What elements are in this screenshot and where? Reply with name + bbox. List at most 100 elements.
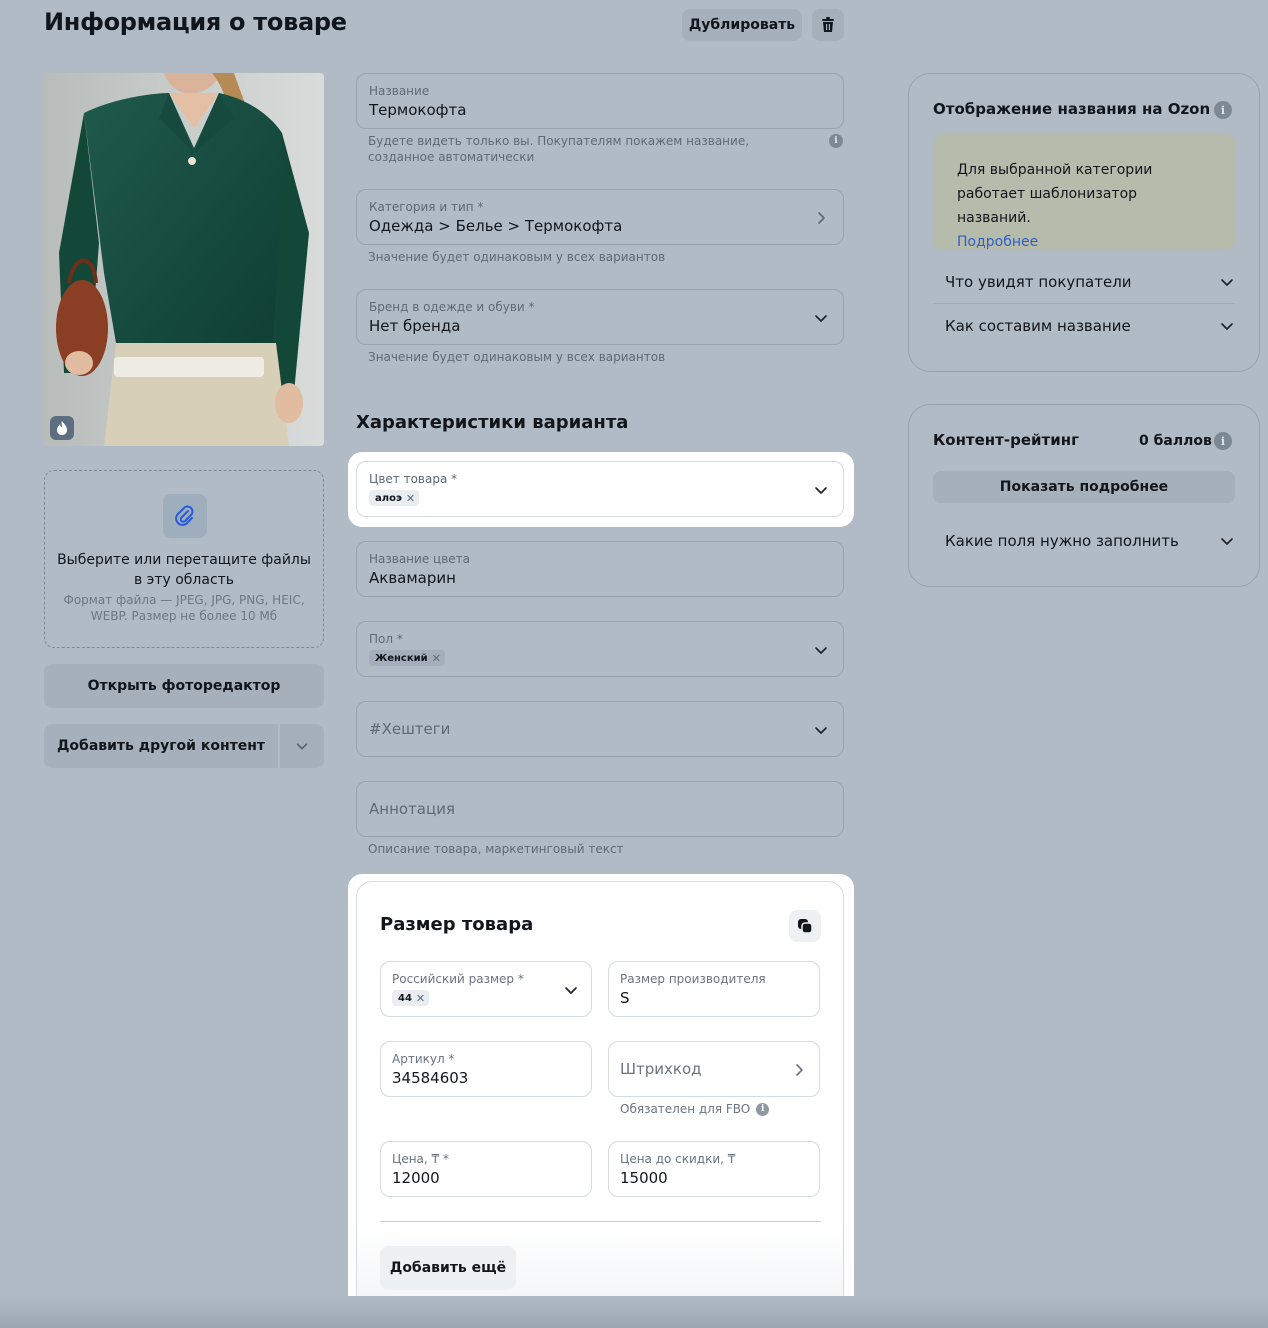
brand-field-label: Бренд в одежде и обуви * [369, 300, 535, 314]
price-value: 12000 [392, 1169, 440, 1187]
copy-size-button[interactable] [789, 910, 821, 942]
name-field-label: Название [369, 84, 430, 98]
bottom-shadow [0, 1296, 1268, 1328]
price-label: Цена, ₸ * [392, 1152, 449, 1166]
chevron-down-icon [815, 315, 827, 322]
accordion-fields-to-fill[interactable]: Какие поля нужно заполнить [945, 525, 1235, 557]
color-name-field[interactable]: Название цвета Аквамарин [356, 541, 844, 597]
brand-field-value: Нет бренда [369, 317, 461, 335]
article-field[interactable]: Артикул * 34584603 [380, 1041, 592, 1097]
barcode-field[interactable]: Штрихкод [608, 1041, 820, 1097]
accordion-what-buyers-see[interactable]: Что увидят покупатели [945, 266, 1235, 298]
category-field-value: Одежда > Белье > Термокофта [369, 217, 623, 235]
name-field[interactable]: Название Термокофта [356, 73, 844, 129]
remove-tag-icon[interactable]: ✕ [432, 652, 441, 665]
maker-size-label: Размер производителя [620, 972, 766, 986]
chevron-down-icon [296, 743, 308, 750]
gender-field[interactable]: Пол * Женский ✕ [356, 621, 844, 677]
size-card: Размер товара Российский размер * 44 ✕ Р… [356, 881, 844, 1313]
remove-tag-icon[interactable]: ✕ [406, 492, 415, 505]
add-content-split-button: Добавить другой контент [44, 724, 324, 768]
chevron-down-icon [1221, 323, 1233, 330]
accordion-label: Что увидят покупатели [945, 273, 1132, 291]
flame-icon [57, 421, 67, 435]
duplicate-button[interactable]: Дублировать [682, 9, 802, 41]
color-field-label: Цвет товара * [369, 472, 458, 486]
info-icon[interactable]: i [756, 1102, 770, 1116]
show-details-button[interactable]: Показать подробнее [933, 471, 1235, 503]
category-field[interactable]: Категория и тип * Одежда > Белье > Термо… [356, 189, 844, 245]
divider [380, 1221, 821, 1222]
color-name-label: Название цвета [369, 552, 470, 566]
delete-button[interactable] [812, 9, 844, 41]
brand-field[interactable]: Бренд в одежде и обуви * Нет бренда [356, 289, 844, 345]
chevron-down-icon [815, 647, 827, 654]
barcode-hint: Обязателен для FBO i [620, 1102, 770, 1116]
annotation-field[interactable]: Аннотация [356, 781, 844, 837]
copy-icon [798, 919, 813, 934]
russian-size-label: Российский размер * [392, 972, 524, 986]
ozon-card-title: Отображение названия на Ozon [933, 100, 1211, 118]
gender-field-label: Пол * [369, 632, 403, 646]
article-value: 34584603 [392, 1069, 469, 1087]
trash-icon [822, 17, 834, 32]
chevron-right-icon [818, 212, 825, 224]
remove-tag-icon[interactable]: ✕ [416, 992, 425, 1005]
name-hint: Будете видеть только вы. Покупателям пок… [368, 134, 750, 164]
maker-size-value: S [620, 989, 630, 1007]
name-field-value: Термокофта [369, 101, 467, 119]
photo-marker-badge[interactable] [50, 416, 74, 440]
chevron-down-icon [1221, 538, 1233, 545]
annotation-placeholder: Аннотация [369, 800, 455, 818]
paperclip-icon [175, 505, 194, 526]
page-title: Информация о товаре [44, 8, 347, 36]
russian-size-tag: 44 ✕ [392, 990, 430, 1006]
russian-size-field[interactable]: Российский размер * 44 ✕ [380, 961, 592, 1017]
product-photo-image [44, 73, 324, 446]
annotation-hint: Описание товара, маркетинговый текст [368, 842, 624, 856]
content-rating-card: Контент-рейтинг 0 баллов i Показать подр… [908, 404, 1260, 587]
color-name-value: Аквамарин [369, 569, 456, 587]
color-field-highlight: Цвет товара * алоэ ✕ [348, 452, 854, 527]
color-tag: алоэ ✕ [369, 490, 420, 506]
size-card-title: Размер товара [380, 914, 534, 935]
divider [933, 303, 1235, 304]
accordion-how-name-built[interactable]: Как составим название [945, 310, 1235, 342]
chevron-down-icon [815, 487, 827, 494]
hashtags-field[interactable]: #Хештеги [356, 701, 844, 757]
notice-more-link[interactable]: Подробнее [957, 234, 1038, 250]
article-label: Артикул * [392, 1052, 455, 1066]
add-content-button[interactable]: Добавить другой контент [44, 724, 278, 768]
chevron-right-icon [796, 1064, 803, 1076]
maker-size-field[interactable]: Размер производителя S [608, 961, 820, 1017]
accordion-label: Какие поля нужно заполнить [945, 532, 1179, 550]
ozon-name-card: Отображение названия на Ozon i Для выбра… [908, 73, 1260, 372]
open-photo-editor-button[interactable]: Открыть фоторедактор [44, 664, 324, 708]
chevron-down-icon [565, 987, 577, 994]
info-icon[interactable]: i [1214, 101, 1232, 119]
add-more-button[interactable]: Добавить ещё [380, 1246, 516, 1290]
gender-tag: Женский ✕ [369, 650, 445, 666]
file-dropzone[interactable]: Выберите или перетащите файлы в эту обла… [44, 470, 324, 648]
product-photo[interactable] [44, 73, 324, 446]
info-icon[interactable]: i [1214, 432, 1232, 450]
price-field[interactable]: Цена, ₸ * 12000 [380, 1141, 592, 1197]
content-rating-title: Контент-рейтинг [933, 431, 1079, 449]
accordion-label: Как составим название [945, 317, 1131, 335]
old-price-label: Цена до скидки, ₸ [620, 1152, 736, 1166]
add-content-dropdown-button[interactable] [280, 724, 324, 768]
barcode-hint-text: Обязателен для FBO [620, 1102, 751, 1116]
hashtags-placeholder: #Хештеги [369, 720, 451, 738]
gender-tag-label: Женский [375, 652, 428, 664]
color-field[interactable]: Цвет товара * алоэ ✕ [356, 461, 844, 517]
old-price-field[interactable]: Цена до скидки, ₸ 15000 [608, 1141, 820, 1197]
russian-size-tag-label: 44 [398, 992, 412, 1004]
size-card-highlight: Размер товара Российский размер * 44 ✕ Р… [348, 874, 854, 1320]
category-hint: Значение будет одинаковым у всех вариант… [368, 250, 666, 264]
notice-text: Для выбранной категории работает шаблони… [957, 162, 1153, 226]
info-icon[interactable]: i [829, 134, 843, 148]
barcode-placeholder: Штрихкод [620, 1060, 702, 1078]
attach-button[interactable] [163, 494, 207, 538]
dropzone-title: Выберите или перетащите файлы в эту обла… [57, 552, 311, 588]
template-notice: Для выбранной категории работает шаблони… [933, 134, 1235, 250]
